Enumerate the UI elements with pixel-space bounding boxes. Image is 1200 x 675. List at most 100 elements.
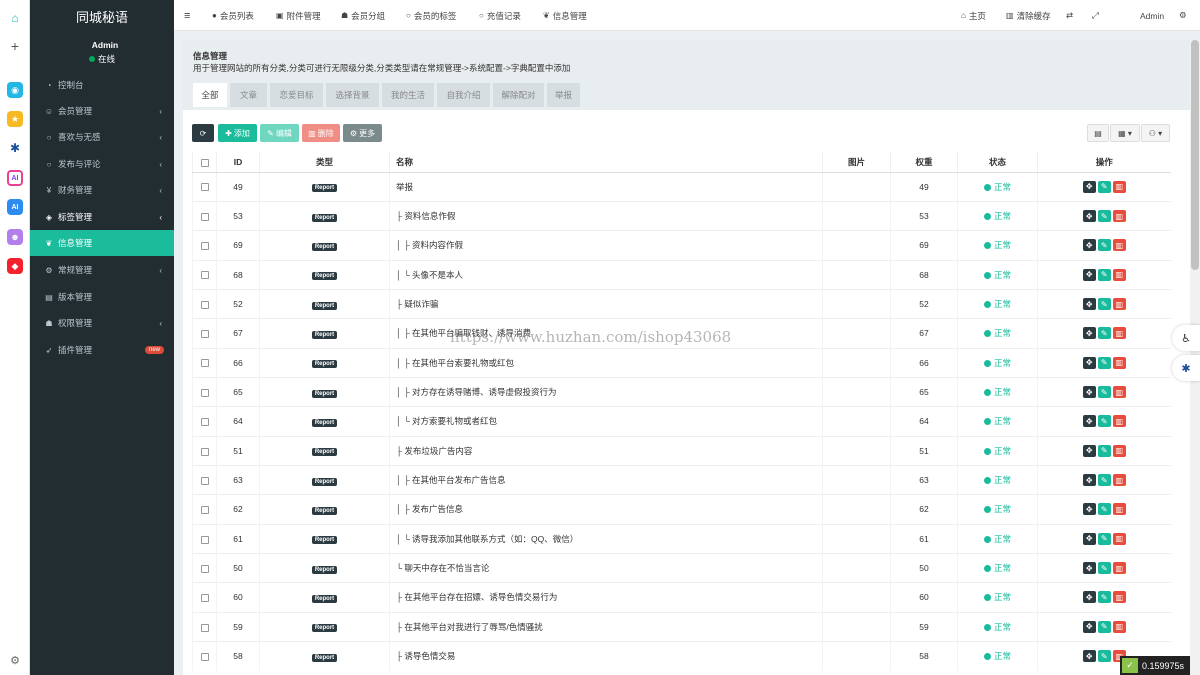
edit-pencil-icon[interactable]: ✎: [1097, 268, 1111, 281]
delete-trash-icon[interactable]: ▥: [1112, 562, 1126, 575]
edit-pencil-icon[interactable]: ✎: [1097, 503, 1111, 516]
row-checkbox[interactable]: [192, 406, 217, 437]
top-tab-2[interactable]: ☗ 会员分组: [341, 0, 385, 31]
row-status[interactable]: 正常: [957, 611, 1038, 642]
delete-trash-icon[interactable]: ▥: [1112, 503, 1126, 516]
category-tab-5[interactable]: 自我介绍: [437, 83, 490, 107]
header-status[interactable]: 状态: [957, 152, 1038, 173]
refresh-button[interactable]: ⟳: [192, 124, 214, 142]
row-checkbox[interactable]: [192, 259, 217, 290]
delete-trash-icon[interactable]: ▥: [1112, 620, 1126, 633]
row-status[interactable]: 正常: [957, 200, 1038, 231]
sidebar-item-7[interactable]: ⚙ 常规管理 ‹: [30, 257, 174, 283]
sidebar-item-8[interactable]: ▤ 版本管理: [30, 284, 174, 310]
drag-move-icon[interactable]: ✥: [1082, 415, 1096, 428]
top-tab-5[interactable]: ❦ 信息管理: [543, 0, 587, 31]
drag-move-icon[interactable]: ✥: [1082, 620, 1096, 633]
delete-trash-icon[interactable]: ▥: [1112, 210, 1126, 223]
debug-toolbar-icon[interactable]: ✓: [1122, 658, 1138, 673]
admin-menu[interactable]: Admin: [1140, 0, 1164, 31]
header-type[interactable]: 类型: [259, 152, 390, 173]
row-checkbox[interactable]: [192, 376, 217, 407]
category-tab-1[interactable]: 文章: [230, 83, 267, 107]
header-image[interactable]: 图片: [822, 152, 891, 173]
sidebar-item-6[interactable]: ❦ 信息管理: [30, 230, 174, 256]
row-checkbox[interactable]: [192, 347, 217, 378]
star-app-icon[interactable]: ★: [7, 111, 23, 127]
delete-trash-icon[interactable]: ▥: [1112, 591, 1126, 604]
table-row[interactable]: 50 Report └ 聊天中存在不恰当言论 50 正常 ✥ ✎ ▥: [192, 552, 1171, 583]
drag-move-icon[interactable]: ✥: [1082, 474, 1096, 487]
header-name[interactable]: 名称: [389, 152, 823, 173]
ai-app-icon[interactable]: AI: [7, 199, 23, 215]
edit-pencil-icon[interactable]: ✎: [1097, 532, 1111, 545]
drag-move-icon[interactable]: ✥: [1082, 532, 1096, 545]
sidebar-item-9[interactable]: ☗ 权限管理 ‹: [30, 310, 174, 336]
drag-move-icon[interactable]: ✥: [1082, 444, 1096, 457]
row-checkbox[interactable]: [192, 494, 217, 525]
translate-icon[interactable]: ⇄: [1066, 0, 1073, 31]
row-status[interactable]: 正常: [957, 640, 1038, 671]
table-row[interactable]: 65 Report │ ├ 对方存在诱导赌博、诱导虚假投资行为 65 正常 ✥ ✎ ▥: [192, 376, 1171, 407]
row-checkbox[interactable]: [192, 523, 217, 554]
sidebar-item-0[interactable]: ◔ 控制台: [30, 72, 174, 98]
row-checkbox[interactable]: [192, 200, 217, 231]
table-row[interactable]: 53 Report ├ 资料信息作假 53 正常 ✥ ✎ ▥: [192, 200, 1171, 231]
robot-app-icon[interactable]: ☻: [7, 229, 23, 245]
delete-trash-icon[interactable]: ▥: [1112, 239, 1126, 252]
row-checkbox[interactable]: [192, 435, 217, 466]
sidebar-item-10[interactable]: ➶ 插件管理 new: [30, 337, 174, 363]
sidebar-item-2[interactable]: ○ 喜欢与无感 ‹: [30, 124, 174, 150]
edit-pencil-icon[interactable]: ✎: [1097, 591, 1111, 604]
add-button[interactable]: ✚ 添加: [218, 124, 257, 142]
row-checkbox[interactable]: [192, 582, 217, 613]
drag-move-icon[interactable]: ✥: [1082, 268, 1096, 281]
game-app-icon[interactable]: ◆: [7, 258, 23, 274]
row-status[interactable]: 正常: [957, 288, 1038, 319]
header-weight[interactable]: 权重: [890, 152, 958, 173]
gears-icon[interactable]: ⚙: [1179, 0, 1187, 31]
row-status[interactable]: 正常: [957, 318, 1038, 349]
top-tab-0[interactable]: ● 会员列表: [212, 0, 254, 31]
edit-pencil-icon[interactable]: ✎: [1097, 474, 1111, 487]
menu-toggle-icon[interactable]: ≡: [184, 0, 190, 31]
drag-move-icon[interactable]: ✥: [1082, 298, 1096, 311]
table-row[interactable]: 59 Report ├ 在其他平台对我进行了辱骂/色情骚扰 59 正常 ✥ ✎ ▥: [192, 611, 1171, 642]
table-row[interactable]: 68 Report │ └ 头像不是本人 68 正常 ✥ ✎ ▥: [192, 259, 1171, 290]
edit-pencil-icon[interactable]: ✎: [1097, 415, 1111, 428]
edit-pencil-icon[interactable]: ✎: [1097, 356, 1111, 369]
row-status[interactable]: 正常: [957, 435, 1038, 466]
drag-move-icon[interactable]: ✥: [1082, 356, 1096, 369]
clear-cache-link[interactable]: ▥ 清除缓存: [1006, 0, 1051, 31]
delete-trash-icon[interactable]: ▥: [1112, 327, 1126, 340]
delete-trash-icon[interactable]: ▥: [1112, 474, 1126, 487]
category-tab-7[interactable]: 举报: [547, 83, 580, 107]
delete-trash-icon[interactable]: ▥: [1112, 415, 1126, 428]
drag-move-icon[interactable]: ✥: [1082, 386, 1096, 399]
edit-pencil-icon[interactable]: ✎: [1097, 239, 1111, 252]
edit-pencil-icon[interactable]: ✎: [1097, 650, 1111, 663]
drag-move-icon[interactable]: ✥: [1082, 562, 1096, 575]
table-row[interactable]: 58Report ├ 诱导色情交易58正常✥✎▥: [192, 640, 1171, 671]
edit-pencil-icon[interactable]: ✎: [1097, 620, 1111, 633]
top-tab-3[interactable]: ○ 会员的标签: [406, 0, 456, 31]
row-checkbox[interactable]: [192, 171, 217, 202]
table-row[interactable]: 60 Report ├ 在其他平台存在招嫖、诱导色情交易行为 60 正常 ✥ ✎ ▥: [192, 582, 1171, 613]
edit-pencil-icon[interactable]: ✎: [1097, 180, 1111, 193]
row-status[interactable]: 正常: [957, 230, 1038, 261]
columns-button[interactable]: ▦ ▾: [1110, 124, 1140, 142]
chat-app-icon[interactable]: ◉: [7, 82, 23, 98]
fullscreen-icon[interactable]: ⤢: [1092, 0, 1099, 31]
edit-pencil-icon[interactable]: ✎: [1097, 444, 1111, 457]
table-row[interactable]: 66 Report │ ├ 在其他平台索要礼物或红包 66 正常 ✥ ✎ ▥: [192, 347, 1171, 378]
drag-move-icon[interactable]: ✥: [1082, 180, 1096, 193]
row-checkbox[interactable]: [192, 552, 217, 583]
table-row[interactable]: 61 Report │ └ 诱导我添加其他联系方式（如：QQ、微信） 61 正常 ✥ ✎ ▥: [192, 523, 1171, 554]
row-checkbox[interactable]: [192, 318, 217, 349]
table-row[interactable]: 64 Report │ └ 对方索要礼物或者红包 64 正常 ✥ ✎ ▥: [192, 406, 1171, 437]
row-checkbox[interactable]: [192, 464, 217, 495]
delete-trash-icon[interactable]: ▥: [1112, 356, 1126, 369]
edit-pencil-icon[interactable]: ✎: [1097, 298, 1111, 311]
home-icon[interactable]: ⌂: [7, 10, 23, 26]
sidebar-item-5[interactable]: ◈ 标签管理 ‹: [30, 204, 174, 230]
